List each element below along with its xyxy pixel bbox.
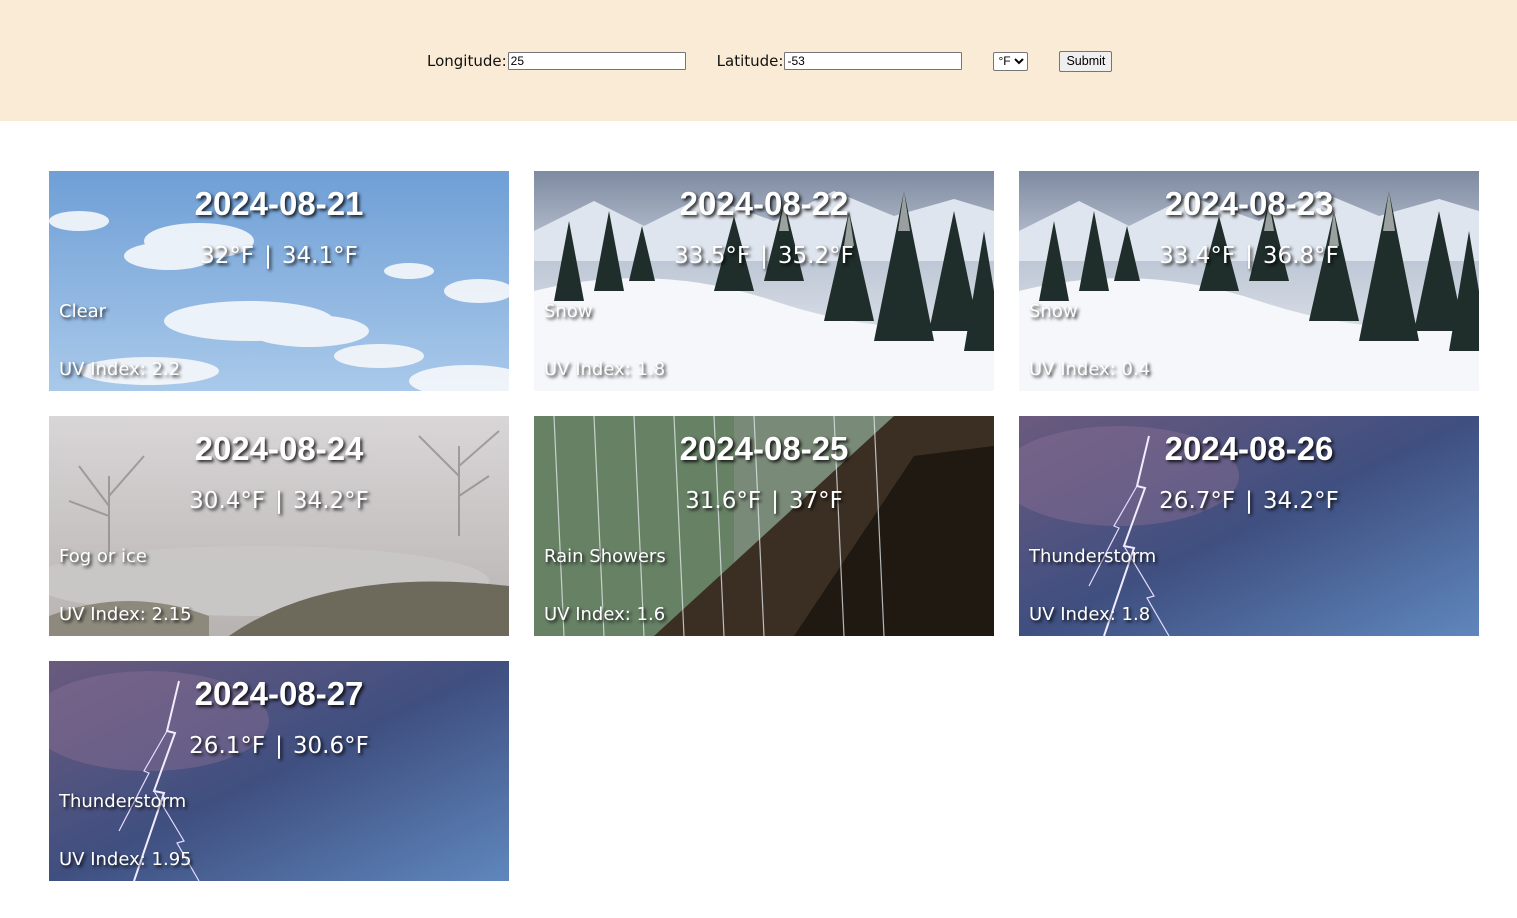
temperature-separator: | — [275, 733, 283, 759]
temperature-high: 37°F — [788, 488, 843, 514]
forecast-date: 2024-08-25 — [679, 430, 849, 467]
temperature-range: 32°F | 34.1°F — [49, 243, 509, 269]
weather-condition: Thunderstorm — [1029, 546, 1157, 567]
forecast-date: 2024-08-22 — [679, 185, 849, 222]
location-form: Longitude: Latitude: °F Submit — [427, 50, 1113, 72]
forecast-card: 2024-08-26 26.7°F | 34.2°F Thunderstorm UV… — [1019, 416, 1479, 636]
weather-condition: Fog or ice — [59, 546, 147, 567]
forecast-date: 2024-08-24 — [194, 430, 364, 467]
uv-index: UV Index: 2.2 — [59, 359, 181, 380]
temperature-high: 34.2°F — [292, 488, 369, 514]
temperature-separator: | — [771, 488, 779, 514]
forecast-card: 2024-08-24 30.4°F | 34.2°F Fog or ice UV I… — [49, 416, 509, 636]
temperature-low: 33.4°F — [1159, 243, 1236, 269]
uv-index: UV Index: 2.15 — [59, 604, 192, 625]
weather-condition: Rain Showers — [544, 546, 666, 567]
uv-index: UV Index: 1.6 — [544, 604, 666, 625]
temperature-low: 30.4°F — [189, 488, 266, 514]
temperature-range: 26.7°F | 34.2°F — [1019, 488, 1479, 514]
uv-index: UV Index: 1.95 — [59, 849, 192, 870]
temperature-low: 33.5°F — [674, 243, 751, 269]
uv-index: UV Index: 1.8 — [544, 359, 666, 380]
header-bar: Longitude: Latitude: °F Submit — [0, 0, 1517, 121]
temperature-high: 35.2°F — [777, 243, 854, 269]
submit-button[interactable]: Submit — [1059, 50, 1113, 72]
temperature-range: 31.6°F | 37°F — [534, 488, 994, 514]
temperature-low: 26.1°F — [189, 733, 266, 759]
temperature-separator: | — [1245, 488, 1253, 514]
temperature-low: 31.6°F — [685, 488, 762, 514]
unit-select[interactable]: °F — [993, 51, 1029, 71]
uv-index: UV Index: 1.8 — [1029, 604, 1151, 625]
uv-index: UV Index: 0.4 — [1029, 359, 1151, 380]
forecast-card: 2024-08-22 33.5°F | 35.2°F Snow UV Index: … — [534, 171, 994, 391]
temperature-high: 30.6°F — [292, 733, 369, 759]
weather-condition: Snow — [544, 301, 593, 322]
forecast-date: 2024-08-21 — [194, 185, 364, 222]
temperature-high: 34.2°F — [1262, 488, 1339, 514]
temperature-high: 36.8°F — [1262, 243, 1339, 269]
temperature-range: 30.4°F | 34.2°F — [49, 488, 509, 514]
temperature-low: 32°F — [200, 243, 255, 269]
forecast-card: 2024-08-21 32°F | 34.1°F Clear UV Index: 2… — [49, 171, 509, 391]
weather-condition: Snow — [1029, 301, 1078, 322]
forecast-date: 2024-08-26 — [1164, 430, 1334, 467]
temperature-separator: | — [264, 243, 272, 269]
forecast-date: 2024-08-23 — [1164, 185, 1334, 222]
temperature-range: 26.1°F | 30.6°F — [49, 733, 509, 759]
temperature-separator: | — [1245, 243, 1253, 269]
forecast-card: 2024-08-27 26.1°F | 30.6°F Thunderstorm UV… — [49, 661, 509, 881]
temperature-separator: | — [275, 488, 283, 514]
weather-condition: Thunderstorm — [59, 791, 187, 812]
latitude-input[interactable] — [784, 52, 963, 70]
temperature-range: 33.4°F | 36.8°F — [1019, 243, 1479, 269]
longitude-input[interactable] — [507, 52, 686, 70]
weather-condition: Clear — [59, 301, 107, 322]
temperature-range: 33.5°F | 35.2°F — [534, 243, 994, 269]
forecast-grid: 2024-08-21 32°F | 34.1°F Clear UV Index: 2… — [49, 171, 1479, 881]
forecast-card: 2024-08-25 31.6°F | 37°F Rain Showers UV I… — [534, 416, 994, 636]
forecast-card: 2024-08-23 33.4°F | 36.8°F Snow UV Index: … — [1019, 171, 1479, 391]
temperature-high: 34.1°F — [281, 243, 358, 269]
temperature-low: 26.7°F — [1159, 488, 1236, 514]
forecast-date: 2024-08-27 — [194, 675, 364, 712]
latitude-label: Latitude: — [716, 52, 784, 70]
temperature-separator: | — [760, 243, 768, 269]
longitude-label: Longitude: — [427, 52, 507, 70]
